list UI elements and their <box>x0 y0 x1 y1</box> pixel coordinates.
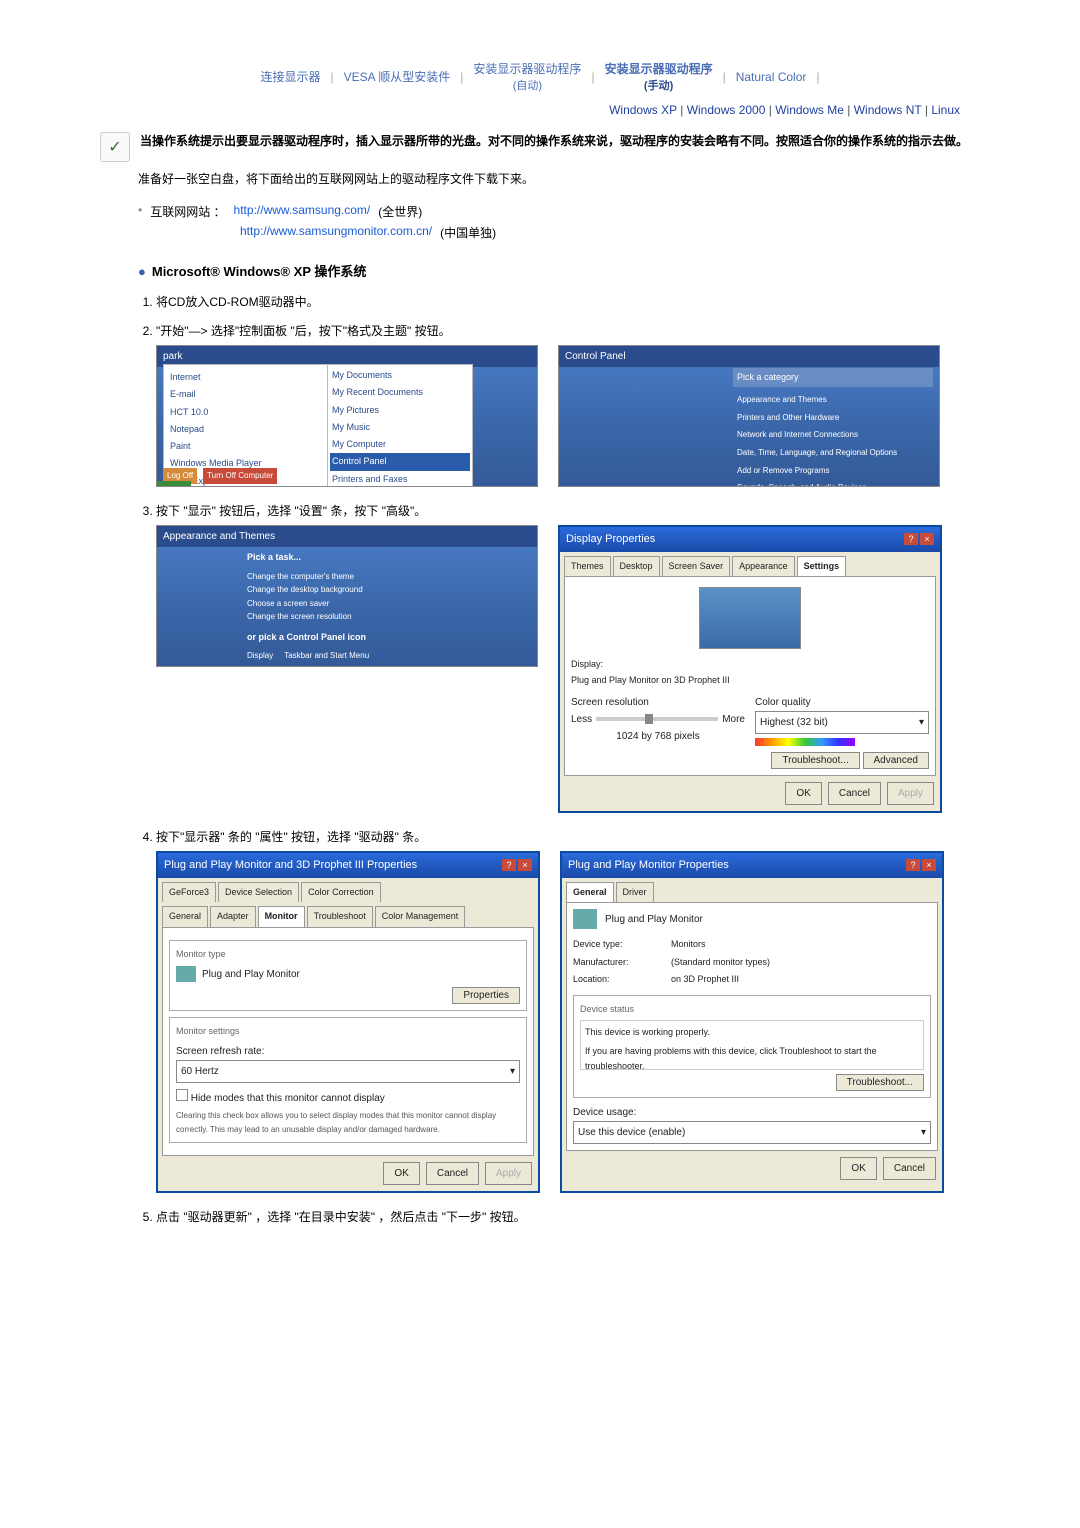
screenshot-control-panel: Control Panel Pick a category Appearance… <box>558 345 940 487</box>
monitor-type-value: Plug and Play Monitor <box>202 966 300 983</box>
tab-auto[interactable]: 安装显示器驱动程序 (自动) <box>473 60 581 93</box>
device-type-value: Monitors <box>671 937 931 952</box>
screenshot-advanced-properties: Plug and Play Monitor and 3D Prophet III… <box>156 851 540 1193</box>
display-props-tabs: Themes Desktop Screen Saver Appearance S… <box>560 552 940 576</box>
check-icon: ✓ <box>100 132 130 162</box>
help-icon: ? <box>904 533 918 545</box>
screenshot-display-properties: Display Properties ?× Themes Desktop Scr… <box>558 525 942 813</box>
os-anchor-links: Windows XP | Windows 2000 | Windows Me |… <box>100 103 980 117</box>
monitor-icon <box>176 966 196 982</box>
step-3: 按下 "显示" 按钮后，选择 "设置" 条，按下 "高级"。 Appearanc… <box>156 501 980 813</box>
samsung-global-link[interactable]: http://www.samsung.com/ <box>234 203 371 220</box>
step-4: 按下"显示器" 条的 "属性" 按钮，选择 "驱动器" 条。 Plug and … <box>156 827 980 1193</box>
ok-button: OK <box>383 1162 419 1185</box>
color-quality-label: Color quality <box>755 694 929 711</box>
tab-manual-active[interactable]: 安装显示器驱动程序 (手动) <box>605 60 713 93</box>
resolution-value: 1024 by 768 pixels <box>571 728 745 745</box>
cancel-button: Cancel <box>426 1162 479 1185</box>
pick-category-header: Pick a category <box>733 368 933 387</box>
install-steps-list: 将CD放入CD-ROM驱动器中。 "开始"—> 选择"控制面板 "后，按下"格式… <box>138 292 980 1228</box>
start-menu-right: My Documents My Recent Documents My Pict… <box>327 364 473 487</box>
resolution-slider <box>596 717 718 721</box>
monitor-type-label: Monitor type <box>176 947 520 962</box>
troubleshoot-button: Troubleshoot... <box>836 1074 924 1091</box>
display-cp-icon: Display <box>247 651 273 660</box>
monitor-icon <box>573 909 597 929</box>
device-usage-select: Use this device (enable)▾ <box>573 1121 931 1144</box>
advanced-title: Plug and Play Monitor and 3D Prophet III… <box>164 856 417 875</box>
turn-off-button: Turn Off Computer <box>203 468 277 484</box>
monitor-settings-label: Monitor settings <box>176 1024 520 1039</box>
screenshot-appearance-themes: Appearance and Themes Pick a task... Cha… <box>156 525 538 667</box>
link-windows-xp[interactable]: Windows XP <box>609 103 677 117</box>
color-bar-icon <box>755 738 855 746</box>
ok-button: OK <box>785 782 821 805</box>
advanced-button: Advanced <box>863 752 929 769</box>
top-tab-nav: 连接显示器 | VESA 顺从型安装件 | 安装显示器驱动程序 (自动) | 安… <box>100 60 980 93</box>
help-icon: ? <box>906 859 920 871</box>
apply-button: Apply <box>485 1162 532 1185</box>
device-usage-label: Device usage: <box>573 1104 931 1121</box>
link-windows-me[interactable]: Windows Me <box>775 103 844 117</box>
link-linux[interactable]: Linux <box>931 103 960 117</box>
close-icon: × <box>922 859 936 871</box>
control-panel-highlighted: Control Panel <box>330 453 470 470</box>
or-pick-icon: or pick a Control Panel icon <box>247 630 369 645</box>
hide-modes-checkbox <box>176 1089 188 1101</box>
intro-paragraph: 当操作系统提示出要显示器驱动程序时，插入显示器所带的光盘。对不同的操作系统来说，… <box>140 132 968 162</box>
refresh-rate-select: 60 Hertz▾ <box>176 1060 520 1083</box>
website-label: 互联网网站 ： <box>150 203 225 220</box>
device-status-value: This device is working properly. <box>585 1025 919 1040</box>
os-section-heading: Microsoft® Windows® XP 操作系统 <box>138 261 980 280</box>
samsung-cn-link[interactable]: http://www.samsungmonitor.com.cn/ <box>240 224 432 241</box>
properties-button: Properties <box>452 987 520 1004</box>
control-panel-title: Control Panel <box>559 346 939 367</box>
display-props-title: Display Properties <box>566 530 655 549</box>
monitor-name: Plug and Play Monitor <box>605 911 703 928</box>
general-tab-active: General <box>566 882 614 902</box>
screen-resolution-label: Screen resolution <box>571 694 745 711</box>
display-device-name: Plug and Play Monitor on 3D Prophet III <box>571 675 730 685</box>
screenshot-monitor-properties: Plug and Play Monitor Properties ?× Gene… <box>560 851 944 1193</box>
link-windows-nt[interactable]: Windows NT <box>854 103 922 117</box>
monitor-preview-icon <box>699 587 801 649</box>
close-icon: × <box>518 859 532 871</box>
cancel-button: Cancel <box>883 1157 936 1180</box>
close-icon: × <box>920 533 934 545</box>
refresh-rate-label: Screen refresh rate: <box>176 1043 520 1060</box>
start-button: start <box>157 481 191 487</box>
ok-button: OK <box>840 1157 876 1180</box>
step-5: 点击 "驱动器更新" ，选择 "在目录中安装" ，然后点击 "下一步" 按钮。 <box>156 1207 980 1227</box>
monitor-props-title: Plug and Play Monitor Properties <box>568 856 729 875</box>
screenshot-start-menu: park Internet E-mail HCT 10.0 Notepad Pa… <box>156 345 538 487</box>
link-windows-2000[interactable]: Windows 2000 <box>687 103 766 117</box>
cancel-button: Cancel <box>828 782 881 805</box>
troubleshoot-button: Troubleshoot... <box>771 752 859 769</box>
pick-a-task: Pick a task... <box>247 550 369 565</box>
step-2: "开始"—> 选择"控制面板 "后，按下"格式及主题" 按钮。 park Int… <box>156 321 980 487</box>
bullet-icon: • <box>138 203 142 220</box>
help-icon: ? <box>502 859 516 871</box>
url2-note: (中国单独) <box>440 224 496 241</box>
monitor-tab-active: Monitor <box>258 906 305 926</box>
settings-tab-active: Settings <box>797 556 847 576</box>
tab-connect[interactable]: 连接显示器 <box>260 68 320 85</box>
hide-modes-description: Clearing this check box allows you to se… <box>176 1109 520 1136</box>
apply-button: Apply <box>887 782 934 805</box>
tab-vesa[interactable]: VESA 顺从型安装件 <box>344 68 451 85</box>
color-quality-select: Highest (32 bit)▾ <box>755 711 929 734</box>
manufacturer-value: (Standard monitor types) <box>671 955 931 970</box>
location-value: on 3D Prophet III <box>671 972 931 987</box>
url1-note: (全世界) <box>378 203 422 220</box>
device-status-label: Device status <box>580 1002 924 1017</box>
prepare-text: 准备好一张空白盘，将下面给出的互联网网站上的驱动程序文件下载下来。 <box>138 170 980 189</box>
step-1: 将CD放入CD-ROM驱动器中。 <box>156 292 980 312</box>
tab-natural-color[interactable]: Natural Color <box>736 70 807 84</box>
